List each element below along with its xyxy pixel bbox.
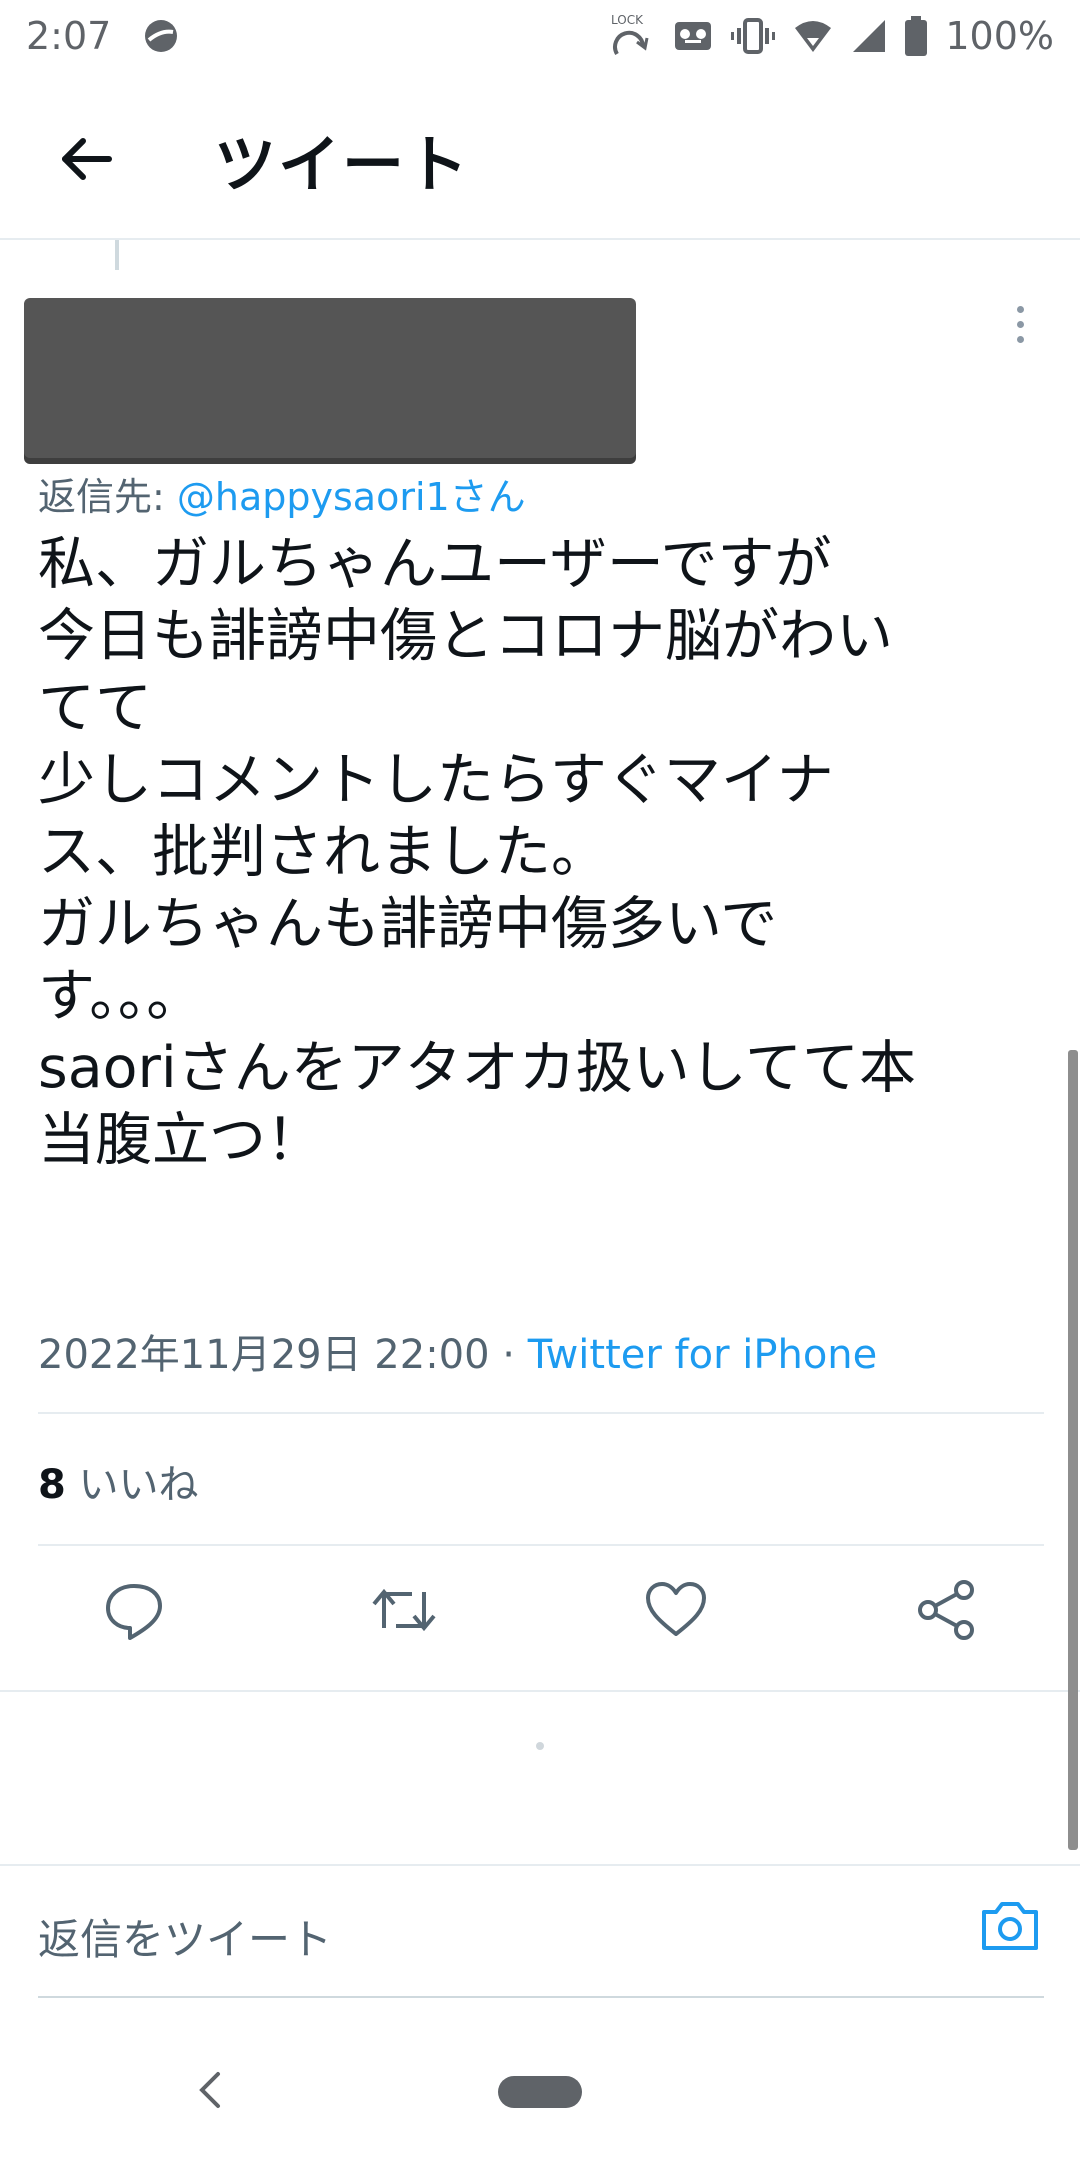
more-dot <box>1016 305 1024 313</box>
lock-text: LOCK <box>611 13 644 27</box>
signal-icon <box>851 18 887 54</box>
chevron-left-icon <box>199 2072 220 2108</box>
screen: 2:07 LOCK 100% ツイート 返信先: @happysaori1さん … <box>0 0 1080 2160</box>
arrow-left-icon <box>62 138 112 180</box>
retweet-button[interactable] <box>364 1570 444 1650</box>
voicemail-icon <box>673 18 713 54</box>
thread-line <box>115 240 119 270</box>
system-nav-bar <box>0 2040 1080 2140</box>
divider <box>0 1690 1080 1692</box>
tweet-source-link[interactable]: Twitter for iPhone <box>528 1332 878 1378</box>
share-button[interactable] <box>906 1570 986 1650</box>
app-header: ツイート <box>0 80 1080 240</box>
page-title: ツイート <box>214 128 471 201</box>
nav-home-pill[interactable] <box>498 2076 582 2108</box>
app-circle-icon <box>141 16 181 56</box>
back-button[interactable] <box>40 114 130 204</box>
more-dot <box>1016 335 1024 343</box>
likes-count: 8 <box>38 1462 66 1508</box>
divider <box>38 1412 1044 1414</box>
battery-icon <box>905 16 928 56</box>
status-right: LOCK 100% <box>607 10 1054 62</box>
tweet-text: 私、ガルちゃんユーザーですが 今日も誹謗中傷とコロナ脳がわい てて 少しコメント… <box>38 531 917 1173</box>
reply-icon <box>106 1584 162 1640</box>
redacted-author-block <box>24 298 636 458</box>
battery-percent: 100% <box>945 14 1054 58</box>
camera-icon <box>982 1902 1038 1950</box>
retweet-icon <box>372 1588 436 1632</box>
compose-underline <box>38 1996 1044 1998</box>
tweet-actions <box>0 1570 1080 1670</box>
share-icon <box>918 1580 974 1640</box>
likes-label: いいね <box>65 1462 199 1508</box>
meta-separator: · <box>489 1332 528 1378</box>
nav-back-button[interactable] <box>186 2066 234 2114</box>
vibrate-icon <box>731 16 776 56</box>
status-bar: 2:07 LOCK 100% <box>0 0 1080 72</box>
heart-icon <box>646 1582 706 1636</box>
reply-prefix: 返信先: <box>38 475 177 519</box>
loading-dot <box>536 1742 544 1750</box>
reply-compose-bar: 返信をツイート <box>0 1866 1080 2000</box>
reply-input[interactable]: 返信をツイート <box>38 1906 332 1967</box>
more-options-button[interactable] <box>998 296 1042 352</box>
status-time: 2:07 <box>26 14 112 58</box>
divider <box>38 1544 1044 1546</box>
reply-to: 返信先: @happysaori1さん <box>38 466 526 521</box>
rotation-lock-icon: LOCK <box>607 10 655 62</box>
camera-button[interactable] <box>970 1886 1050 1966</box>
likes-stat[interactable]: 8 いいね <box>38 1452 199 1510</box>
scrollbar[interactable] <box>1068 1050 1078 1850</box>
wifi-icon <box>793 18 833 54</box>
tweet-timestamp[interactable]: 2022年11月29日 22:00 <box>38 1332 490 1378</box>
like-button[interactable] <box>636 1570 716 1650</box>
status-left: 2:07 <box>26 14 181 58</box>
more-dot <box>1016 320 1024 328</box>
tweet-meta: 2022年11月29日 22:00 · Twitter for iPhone <box>38 1322 877 1380</box>
reply-mention-link[interactable]: @happysaori1さん <box>177 475 526 519</box>
reply-button[interactable] <box>94 1570 174 1650</box>
